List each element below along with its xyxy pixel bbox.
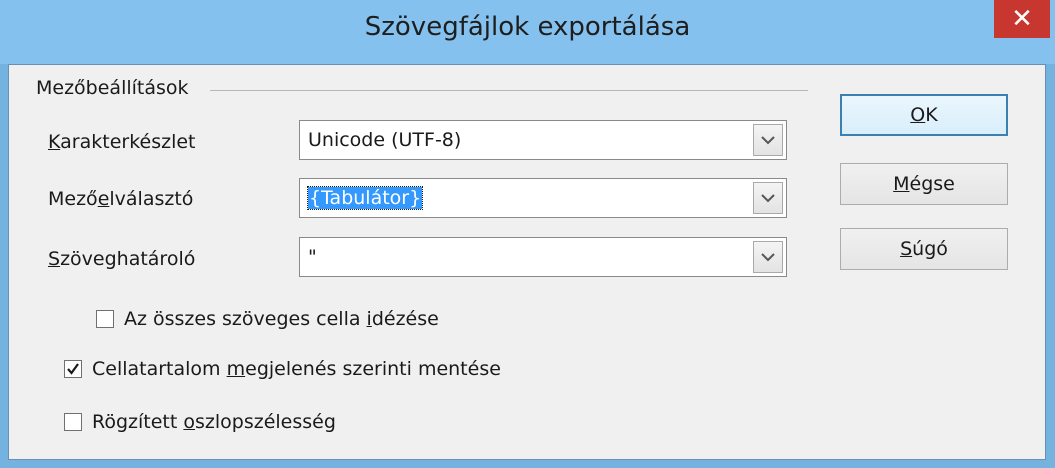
dialog-title: Szövegfájlok exportálása (364, 12, 691, 42)
separator-value: {Tabulátor} (306, 186, 424, 210)
save-as-shown-label: Cellatartalom megjelenés szerinti mentés… (92, 358, 501, 380)
mnemonic: m (226, 358, 246, 380)
quote-all-checkbox-row[interactable]: Az összes szöveges cella idézése (96, 308, 439, 330)
mnemonic: S (48, 248, 61, 270)
chevron-down-icon (761, 253, 775, 262)
mnemonic: K (48, 131, 61, 153)
charset-value: Unicode (UTF-8) (308, 129, 462, 151)
charset-dropdown-button[interactable] (753, 124, 783, 156)
save-as-shown-checkbox-row[interactable]: Cellatartalom megjelenés szerinti mentés… (64, 358, 501, 380)
separator-label: Mezőelválasztó (48, 188, 194, 210)
group-title: Mezőbeállítások (36, 77, 189, 99)
quote-all-label: Az összes szöveges cella idézése (124, 308, 439, 330)
close-icon: ✕ (1011, 4, 1033, 34)
text-delimiter-value: " (308, 246, 317, 268)
mnemonic: o (183, 411, 195, 433)
chevron-down-icon (761, 194, 775, 203)
ok-button[interactable]: OK (840, 94, 1008, 136)
title-bar: Szövegfájlok exportálása ✕ (0, 0, 1055, 64)
help-button[interactable]: Súgó (840, 228, 1008, 270)
fixed-width-checkbox[interactable] (64, 413, 82, 431)
separator-dropdown-button[interactable] (753, 182, 783, 214)
checkmark-icon (67, 363, 79, 375)
text-delimiter-label: Szöveghatároló (48, 248, 196, 270)
cancel-button[interactable]: Mégse (840, 163, 1008, 205)
fixed-width-label: Rögzített oszlopszélesség (92, 411, 336, 433)
mnemonic: e (97, 188, 110, 210)
fixed-width-checkbox-row[interactable]: Rögzített oszlopszélesség (64, 411, 336, 433)
quote-all-checkbox[interactable] (96, 310, 114, 328)
save-as-shown-checkbox[interactable] (64, 360, 82, 378)
charset-combobox[interactable]: Unicode (UTF-8) (299, 120, 787, 160)
close-button[interactable]: ✕ (994, 0, 1050, 38)
group-divider (210, 90, 808, 91)
text-delimiter-combobox[interactable]: " (299, 237, 787, 277)
charset-label: Karakterkészlet (48, 131, 196, 153)
chevron-down-icon (761, 136, 775, 145)
export-dialog-window: Szövegfájlok exportálása ✕ Mezőbeállítás… (0, 0, 1055, 468)
text-delimiter-dropdown-button[interactable] (753, 241, 783, 273)
separator-combobox[interactable]: {Tabulátor} (299, 178, 787, 218)
